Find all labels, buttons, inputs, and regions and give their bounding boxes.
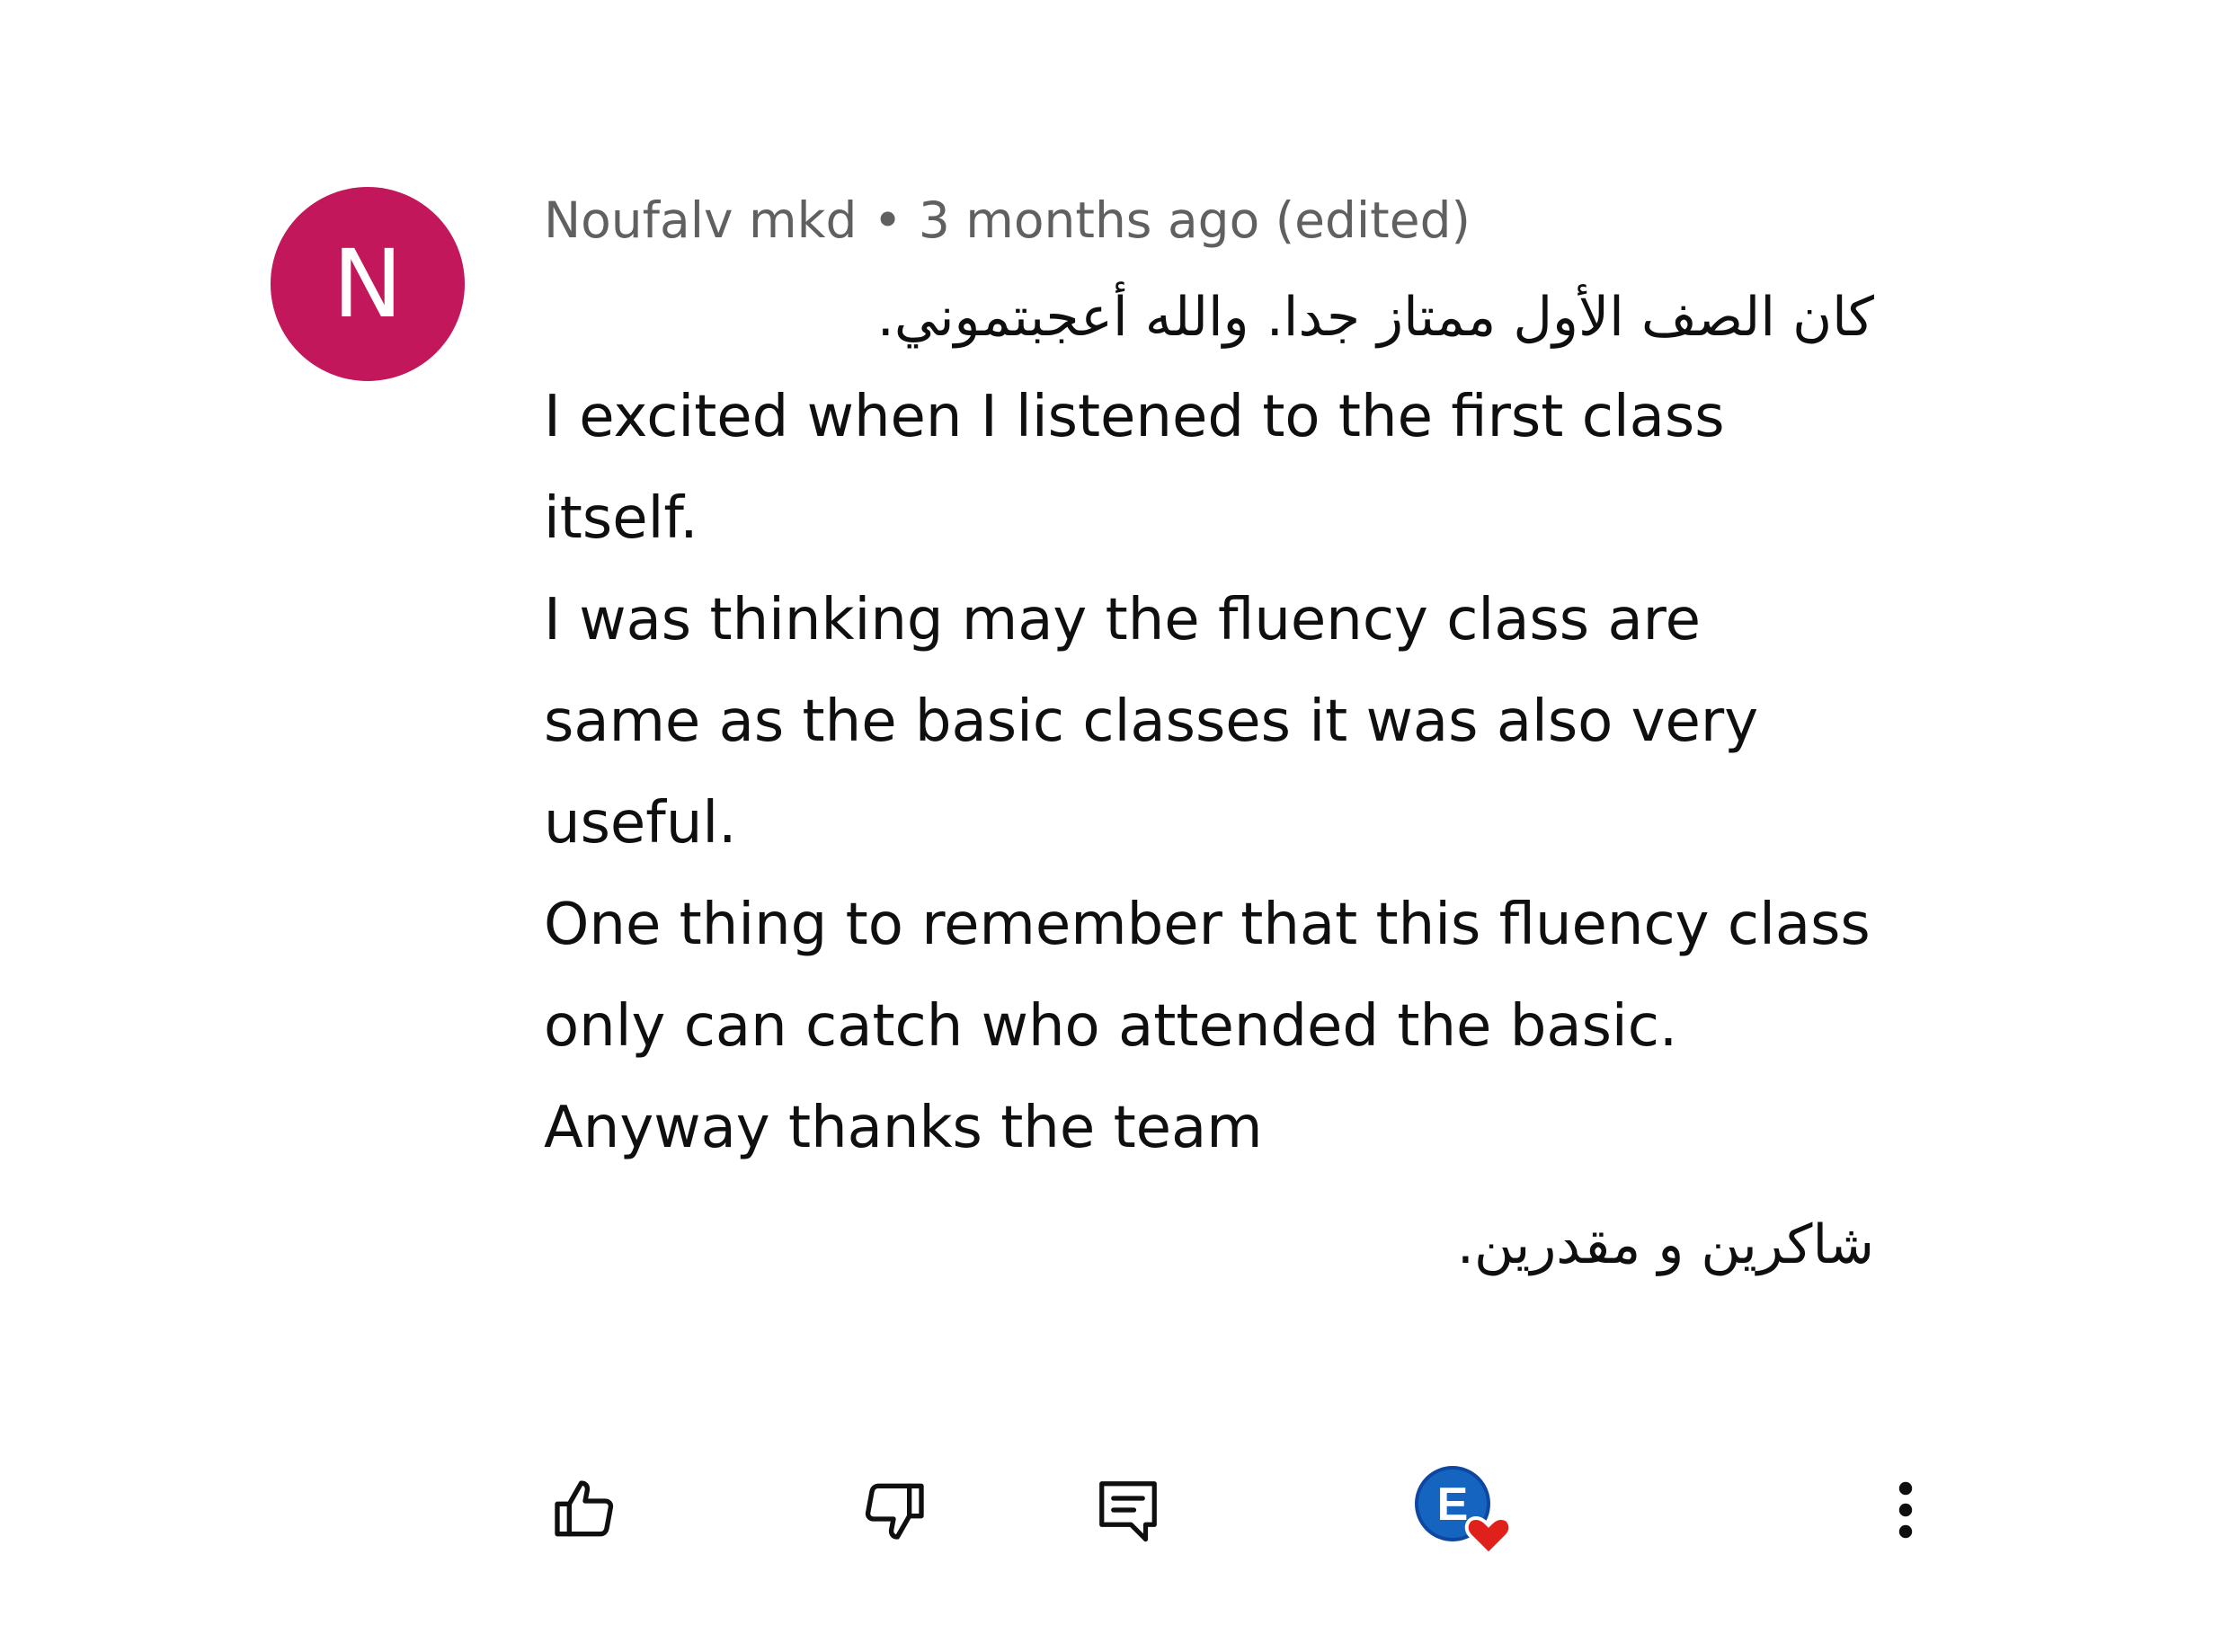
comment-content: Noufalv mkd • 3 months ago (edited) كان ال…: [544, 180, 1874, 1294]
svg-text:E: E: [1437, 1479, 1469, 1531]
more-vertical-icon: [1895, 1478, 1916, 1542]
meta-separator: •: [873, 191, 902, 249]
comment-thread: N Noufalv mkd • 3 months ago (edited) كان …: [0, 0, 2222, 1652]
comment-header: Noufalv mkd • 3 months ago (edited): [544, 180, 1874, 261]
like-button[interactable]: [544, 1456, 625, 1564]
comment-arabic-line-1: كان الصف الأول ممتاز جدا. والله أعجبتمون…: [876, 286, 1874, 349]
avatar[interactable]: N: [271, 187, 465, 381]
creator-heart[interactable]: E: [1405, 1456, 1522, 1564]
comment-paragraph: Anyway thanks the team: [544, 1095, 1263, 1161]
comment-paragraph: I was thinking may the fluency class are…: [544, 587, 1759, 857]
comment-paragraph: One thing to remember that this fluency …: [544, 892, 1871, 1060]
comment-paragraph: I excited when I listened to the first c…: [544, 384, 1725, 552]
reply-comment-icon: [1096, 1475, 1160, 1545]
reply-button[interactable]: [1092, 1456, 1164, 1564]
author-name[interactable]: Noufalv mkd: [544, 191, 857, 249]
avatar-letter: N: [333, 229, 403, 339]
comment-actions: E: [544, 1456, 1946, 1564]
creator-heart-icon: E: [1409, 1461, 1517, 1559]
dislike-button[interactable]: [854, 1456, 935, 1564]
more-options-button[interactable]: [1883, 1456, 1928, 1564]
thumbs-down-icon: [858, 1474, 930, 1546]
comment-timestamp[interactable]: 3 months ago (edited): [919, 191, 1471, 249]
comment-arabic-line-2: شاكرين و مقدرين.: [1456, 1213, 1874, 1276]
thumbs-up-icon: [548, 1474, 620, 1546]
comment-body: I excited when I listened to the first c…: [544, 367, 1874, 1179]
